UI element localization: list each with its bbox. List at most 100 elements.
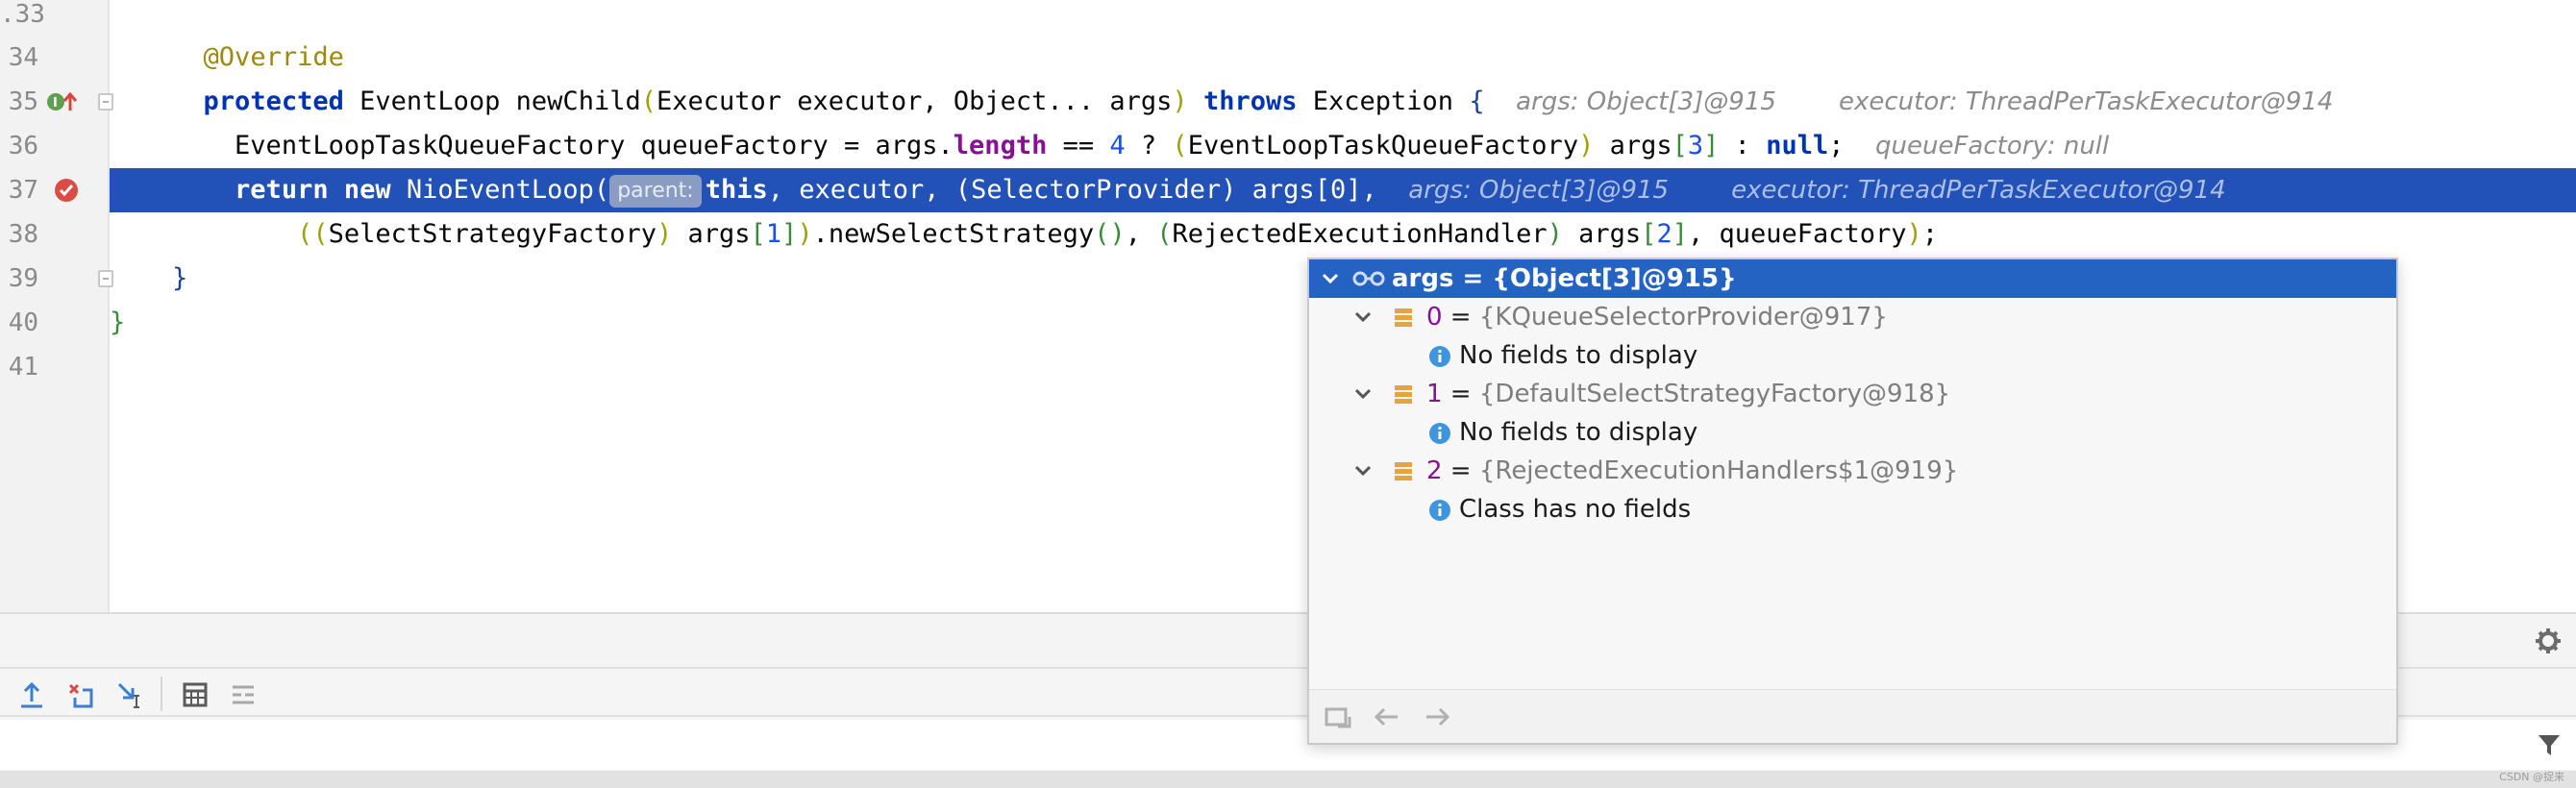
array-index: 0 <box>1426 303 1443 332</box>
brace: } <box>172 263 188 293</box>
code-text: , <box>1125 219 1157 249</box>
code-text: ? <box>1125 131 1173 160</box>
breakpoint-icon[interactable] <box>53 177 80 204</box>
chevron-down-icon[interactable] <box>1353 298 1373 336</box>
keyword: return new <box>235 175 391 205</box>
run-to-cursor-icon <box>117 682 139 708</box>
evaluate-expression-button[interactable] <box>179 678 211 711</box>
brace: { <box>1469 86 1485 116</box>
keyword: this <box>705 175 768 205</box>
bracket: ] <box>781 219 798 249</box>
paren: ( <box>1172 131 1188 160</box>
paren: ( <box>640 86 656 116</box>
code-text: , queueFactory <box>1687 219 1907 249</box>
array-index: 2 <box>1426 456 1443 485</box>
paren: ) <box>797 219 813 249</box>
line-number: 37 <box>8 176 38 205</box>
chevron-down-icon[interactable] <box>1353 375 1373 413</box>
back-arrow-icon[interactable] <box>1373 705 1401 728</box>
equals-sign: = <box>1442 303 1479 332</box>
line-number: .33 <box>0 0 45 29</box>
open-in-panel-icon[interactable] <box>1325 705 1353 730</box>
paren: ) <box>656 219 673 249</box>
paren: () <box>1094 219 1126 249</box>
inline-debug-hint[interactable]: queueFactory: null <box>1875 132 2109 160</box>
field-array-icon <box>1395 385 1412 404</box>
code-line-36[interactable]: EventLoopTaskQueueFactory queueFactory =… <box>110 124 2576 168</box>
tree-node-item[interactable]: 2 = {RejectedExecutionHandlers$1@919} <box>1309 452 2396 490</box>
svg-text:I: I <box>53 96 58 111</box>
tree-node-args[interactable]: args = {Object[3]@915} <box>1309 259 2396 298</box>
popup-navigation-bar <box>1309 689 2396 743</box>
number: 1 <box>765 219 782 249</box>
bracket: [ <box>750 219 766 249</box>
chevron-down-icon[interactable] <box>1321 259 1340 298</box>
code-text: EventLoopTaskQueueFactory <box>1187 131 1579 160</box>
gear-icon[interactable] <box>2534 627 2563 655</box>
line-number: 35 <box>8 87 38 116</box>
override-method-icon[interactable]: I <box>46 89 79 114</box>
step-out-icon <box>21 681 42 708</box>
paren: ) <box>1578 131 1595 160</box>
watch-glasses-icon <box>1352 271 1385 286</box>
toolbar-divider <box>161 677 162 711</box>
bracket: ] <box>1703 131 1720 160</box>
drop-frame-button[interactable] <box>63 678 96 711</box>
trace-icon <box>233 685 254 704</box>
number: 4 <box>1109 131 1126 160</box>
trace-button[interactable] <box>227 678 260 711</box>
tree-node-info: Class has no fields <box>1309 490 2396 529</box>
paren: (( <box>297 219 329 249</box>
inline-debug-hint[interactable]: args: Object[3]@915 <box>1408 176 1669 205</box>
drop-frame-icon <box>68 683 93 708</box>
inline-debug-hint[interactable]: args: Object[3]@915 <box>1516 87 1776 116</box>
tree-node-item[interactable]: 1 = {DefaultSelectStrategyFactory@918} <box>1309 375 2396 413</box>
info-icon <box>1429 346 1450 367</box>
code-text: NioEventLoop( <box>390 175 610 205</box>
paren: ) <box>1906 219 1922 249</box>
code-text: SelectStrategyFactory <box>328 219 656 249</box>
variable-inspector-popup[interactable]: args = {Object[3]@915} 0 = {KQueueSelect… <box>1307 258 2398 745</box>
line-number: 41 <box>8 353 38 382</box>
equals-sign: = <box>1442 456 1479 485</box>
keyword: throws <box>1202 86 1298 116</box>
parameter-hint-badge: parent: <box>609 174 702 208</box>
value-text: {RejectedExecutionHandlers$1@919} <box>1478 456 1959 485</box>
value-text: {DefaultSelectStrategyFactory@918} <box>1478 380 1951 408</box>
line-number: 36 <box>8 132 38 160</box>
keyword: protected <box>203 86 344 116</box>
keyword: null <box>1766 131 1829 160</box>
info-text: Class has no fields <box>1459 495 1692 524</box>
paren: ) <box>1547 219 1563 249</box>
filter-icon[interactable] <box>2536 731 2563 758</box>
tree-node-info: No fields to display <box>1309 413 2396 452</box>
code-line-38[interactable]: ((SelectStrategyFactory) args[1]).newSel… <box>110 212 2576 257</box>
inline-debug-hint[interactable]: executor: ThreadPerTaskExecutor@914 <box>1839 87 2334 116</box>
inline-debug-hint[interactable]: executor: ThreadPerTaskExecutor@914 <box>1731 176 2226 205</box>
chevron-down-icon[interactable] <box>1353 452 1373 490</box>
line-number: 38 <box>8 220 38 249</box>
status-strip <box>0 771 2576 788</box>
tree-node-item[interactable]: 0 = {KQueueSelectorProvider@917} <box>1309 298 2396 336</box>
tree-node-label: args = {Object[3]@915} <box>1392 264 1737 293</box>
code-line-35[interactable]: protected EventLoop newChild(Executor ex… <box>110 80 2576 124</box>
field-array-icon <box>1395 308 1412 327</box>
step-out-button[interactable] <box>15 678 48 711</box>
paren: ( <box>1156 219 1173 249</box>
code-text: Executor executor, Object... args <box>656 86 1173 116</box>
editor-gutter: .33 34 35 36 37 38 39 40 41 I <box>0 0 113 612</box>
code-line-37-current[interactable]: return new NioEventLoop(parent: this, exe… <box>110 168 2576 212</box>
run-to-cursor-button[interactable] <box>113 678 146 711</box>
line-number: 40 <box>8 308 38 337</box>
code-text: == <box>1047 131 1110 160</box>
bracket: [ <box>1672 131 1688 160</box>
code-text: ; <box>1828 131 1845 160</box>
paren: ) <box>1172 86 1188 116</box>
field: length <box>953 131 1048 160</box>
number: 3 <box>1687 131 1704 160</box>
code-text: ; <box>1921 219 1939 249</box>
code-line-34[interactable]: @Override <box>110 36 2576 80</box>
forward-arrow-icon[interactable] <box>1423 705 1451 728</box>
code-text: EventLoopTaskQueueFactory queueFactory =… <box>235 131 954 160</box>
code-text: , executor, (SelectorProvider) args[0], <box>767 175 1377 205</box>
